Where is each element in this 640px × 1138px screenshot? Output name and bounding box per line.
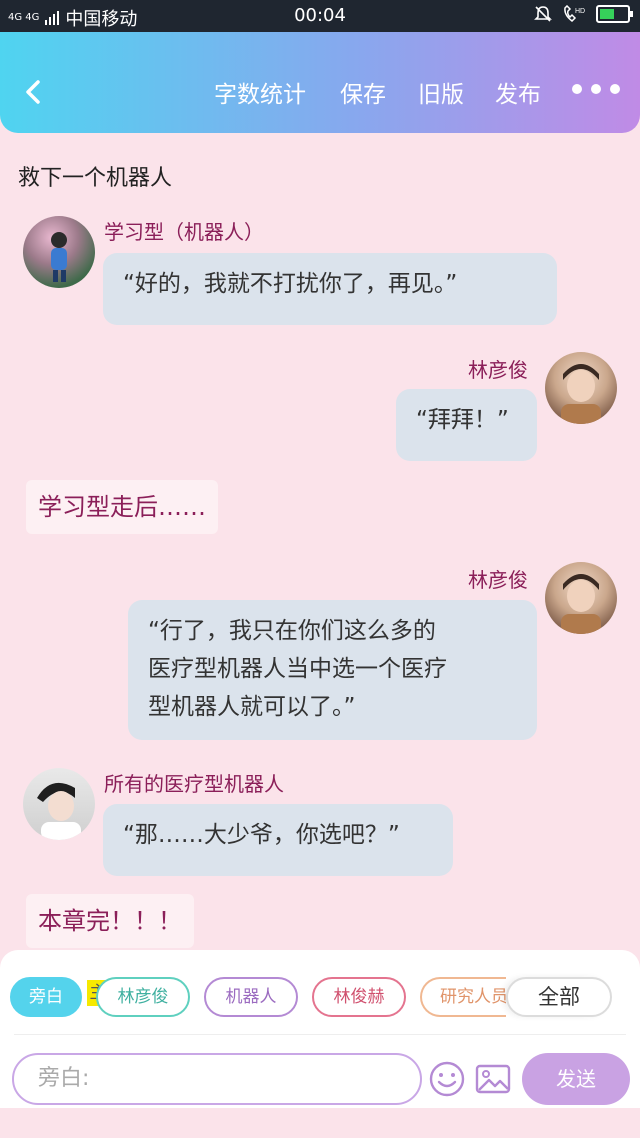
word-count-button[interactable]: 字数统计	[214, 80, 306, 110]
person-photo-icon	[51, 232, 67, 282]
role-chip-narrator[interactable]: 旁白	[10, 977, 82, 1017]
role-chip-robot[interactable]: 机器人	[204, 977, 298, 1017]
message-line: “行了，我只在你们这么多的	[148, 618, 436, 644]
narration-block: 本章完！！！	[26, 894, 194, 948]
message-bubble: “拜拜！”	[396, 389, 537, 461]
message-line: 医疗型机器人当中选一个医疗	[148, 656, 447, 682]
composer-panel: 旁白 主 林彦俊 机器人 林俊赫 研究人员 全部 旁白: 发送	[0, 950, 640, 1108]
message-bubble: “那……大少爷，你选吧？”	[103, 804, 453, 876]
role-chip-all[interactable]: 全部	[506, 977, 612, 1017]
divider	[14, 1034, 626, 1035]
sender-name: 林彦俊	[468, 568, 528, 592]
role-chip-researcher[interactable]: 研究人员	[420, 977, 506, 1017]
message-input[interactable]: 旁白:	[12, 1053, 422, 1105]
role-chip-lin-yanjun[interactable]: 林彦俊	[96, 977, 190, 1017]
old-version-button[interactable]: 旧版	[418, 80, 464, 110]
back-button[interactable]	[18, 77, 48, 107]
sender-name: 学习型（机器人）	[104, 220, 264, 244]
bottom-strip	[0, 1108, 640, 1138]
chevron-left-icon	[26, 80, 40, 104]
person-photo-icon	[561, 364, 601, 424]
avatar-learning-robot[interactable]	[23, 216, 95, 288]
sender-name: 林彦俊	[468, 358, 528, 382]
chapter-title: 救下一个机器人	[18, 166, 173, 191]
more-options-button[interactable]	[572, 84, 620, 94]
role-chip-lin-junhe[interactable]: 林俊赫	[312, 977, 406, 1017]
emoji-button[interactable]	[428, 1060, 466, 1098]
person-photo-icon	[37, 782, 81, 840]
mute-bell-icon	[534, 6, 552, 22]
avatar-medical-robots[interactable]	[23, 768, 95, 840]
save-button[interactable]: 保存	[340, 80, 386, 110]
status-bar: 4G 4G 中国移动 00:04 HD	[0, 0, 640, 32]
person-photo-icon	[561, 574, 601, 634]
message-line: 型机器人就可以了。”	[148, 694, 356, 720]
hd-label: HD	[575, 8, 585, 15]
message-bubble: “好的，我就不打扰你了，再见。”	[103, 253, 557, 325]
message-bubble: “行了，我只在你们这么多的 医疗型机器人当中选一个医疗 型机器人就可以了。”	[128, 600, 537, 740]
image-icon	[475, 1064, 511, 1094]
avatar-lin-yanjun[interactable]	[545, 562, 617, 634]
smiley-icon	[429, 1061, 465, 1097]
image-button[interactable]	[474, 1060, 512, 1098]
hd-call-icon: HD	[564, 5, 585, 22]
publish-button[interactable]: 发布	[495, 80, 541, 110]
send-button[interactable]: 发送	[522, 1053, 630, 1105]
avatar-lin-yanjun[interactable]	[545, 352, 617, 424]
battery-icon	[596, 5, 633, 23]
editor-header: 字数统计 保存 旧版 发布	[0, 32, 640, 133]
sender-name: 所有的医疗型机器人	[104, 772, 284, 796]
narration-block: 学习型走后……	[26, 480, 218, 534]
